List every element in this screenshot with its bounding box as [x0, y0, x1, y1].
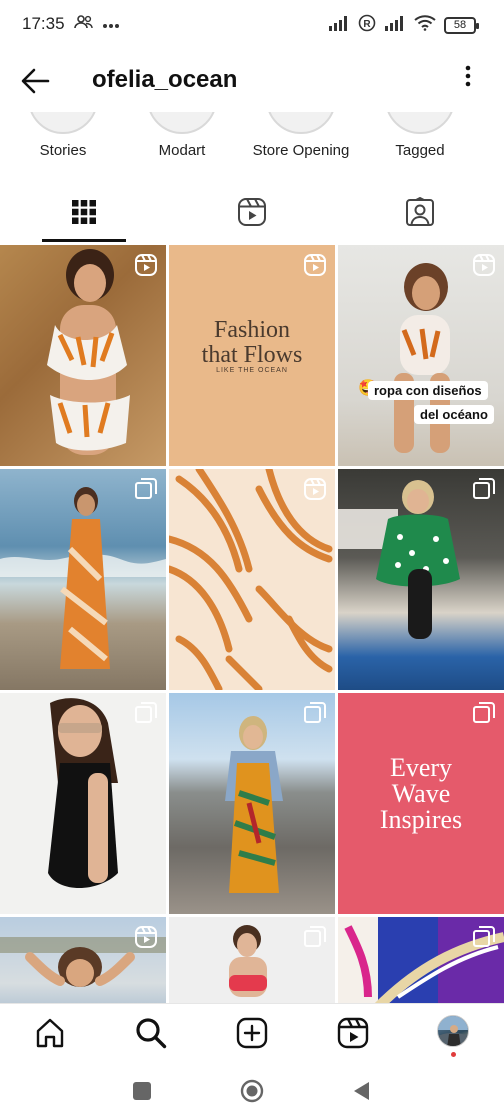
back-triangle-icon[interactable]: [350, 1079, 374, 1103]
highlight-store-opening[interactable]: Store Opening: [246, 112, 356, 172]
carousel-badge-icon: [134, 701, 158, 725]
reels-icon: [237, 197, 267, 232]
post-tile[interactable]: [338, 469, 504, 690]
search-icon[interactable]: [134, 1016, 168, 1050]
carousel-badge-icon: [303, 925, 327, 949]
post-caption-line: ropa con diseños: [368, 381, 488, 400]
tab-posts[interactable]: [0, 186, 168, 242]
signal-icon: [328, 15, 350, 36]
posts-grid: Fashion that Flows LIKE THE OCEAN 🤩 ropa…: [0, 245, 504, 1003]
people-icon: [74, 14, 94, 35]
highlight-label: Tagged: [395, 142, 445, 159]
tagged-person-icon: [405, 196, 435, 232]
post-title-line: Inspires: [379, 805, 463, 834]
post-title-line: that Flows: [201, 342, 303, 368]
registered-icon: R: [358, 14, 376, 37]
post-tile[interactable]: Fashion that Flows LIKE THE OCEAN: [169, 245, 335, 466]
create-icon[interactable]: [235, 1016, 269, 1050]
highlight-cover: [147, 112, 217, 134]
post-tile[interactable]: Every Wave Inspires: [338, 693, 504, 914]
post-tile[interactable]: [0, 469, 166, 690]
profile-header: ofelia_ocean: [0, 54, 504, 108]
bottom-navigation: [0, 1003, 504, 1061]
post-caption-line: del océano: [414, 405, 494, 424]
post-tile[interactable]: [0, 917, 166, 1003]
tab-reels[interactable]: [168, 186, 336, 242]
post-tile[interactable]: [0, 245, 166, 466]
more-dots-icon: [102, 16, 120, 34]
home-circle-icon[interactable]: [240, 1079, 264, 1103]
tab-tagged[interactable]: [336, 186, 504, 242]
post-tile[interactable]: 🤩 ropa con diseños del océano: [338, 245, 504, 466]
carousel-badge-icon: [472, 925, 496, 949]
profile-username: ofelia_ocean: [92, 66, 238, 93]
svg-text:R: R: [363, 19, 371, 30]
grid-icon: [71, 199, 97, 230]
notification-dot: [451, 1052, 456, 1057]
highlight-tagged[interactable]: Tagged: [365, 112, 475, 172]
highlight-stories[interactable]: Stories: [8, 112, 118, 172]
post-tile[interactable]: [169, 917, 335, 1003]
carousel-badge-icon: [472, 701, 496, 725]
wifi-icon: [414, 15, 436, 36]
reel-badge-icon: [134, 253, 158, 277]
carousel-badge-icon: [303, 701, 327, 725]
reel-badge-icon: [303, 253, 327, 277]
post-tile[interactable]: [0, 693, 166, 914]
reel-badge-icon: [303, 477, 327, 501]
active-tab-indicator: [42, 239, 126, 242]
post-tile[interactable]: [169, 693, 335, 914]
highlight-modart[interactable]: Modart: [127, 112, 237, 172]
carousel-badge-icon: [134, 477, 158, 501]
reel-badge-icon: [472, 253, 496, 277]
post-tile[interactable]: [338, 917, 504, 1003]
post-subtitle: LIKE THE OCEAN: [216, 367, 288, 374]
home-icon[interactable]: [33, 1016, 67, 1050]
recents-square-icon[interactable]: [130, 1079, 154, 1103]
signal-icon: [384, 15, 406, 36]
highlight-cover: [266, 112, 336, 134]
back-arrow-icon[interactable]: [18, 64, 54, 98]
reel-badge-icon: [134, 925, 158, 949]
status-time: 17:35: [22, 14, 65, 33]
status-bar: 17:35 R 58: [0, 0, 504, 50]
post-tile[interactable]: [169, 469, 335, 690]
profile-tabs: [0, 186, 504, 242]
highlight-cover: [385, 112, 455, 134]
reels-icon[interactable]: [336, 1016, 370, 1050]
more-vertical-icon[interactable]: [462, 64, 474, 88]
battery-indicator: 58: [444, 17, 479, 34]
highlight-cover: [28, 112, 98, 134]
carousel-badge-icon: [472, 477, 496, 501]
story-highlights: Stories Modart Store Opening Tagged: [0, 112, 504, 174]
profile-avatar[interactable]: [437, 1015, 469, 1047]
post-title-line: Fashion: [213, 317, 290, 343]
system-navigation: [0, 1062, 504, 1120]
